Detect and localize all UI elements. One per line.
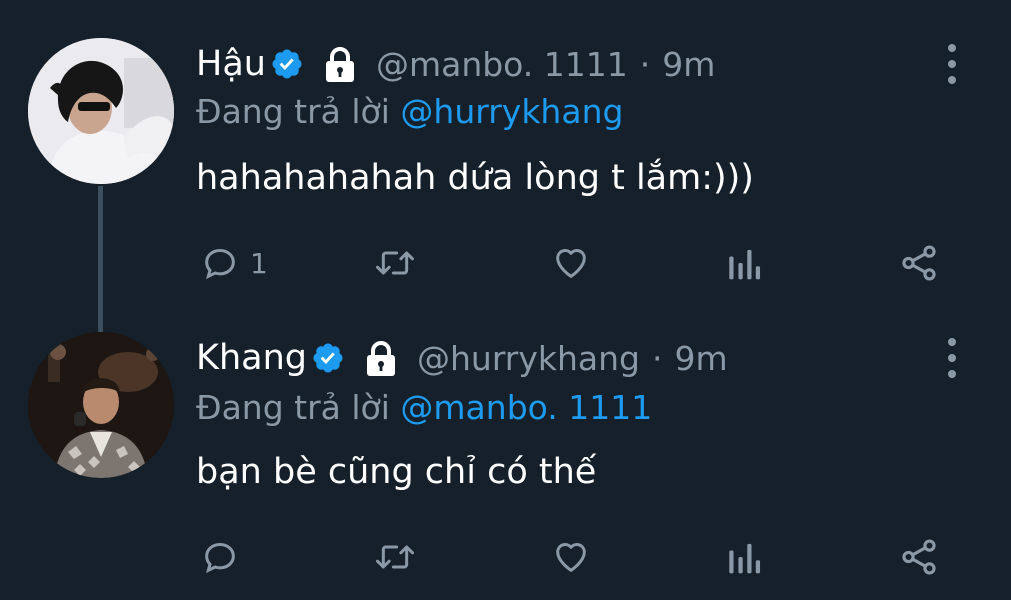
separator-dot: · bbox=[639, 44, 651, 84]
reply-button[interactable] bbox=[200, 532, 250, 582]
lock-icon bbox=[361, 338, 401, 378]
tweet-thread: Hậu @manbo. 1111 · 9m Đang trả lời @hurr… bbox=[0, 0, 1011, 600]
replying-to-label: Đang trả lời bbox=[196, 92, 390, 131]
avatar[interactable] bbox=[28, 332, 174, 478]
tweet-header: Hậu @manbo. 1111 · 9m bbox=[196, 34, 715, 94]
reply-icon bbox=[205, 542, 235, 574]
replying-to: Đang trả lời @hurrykhang bbox=[196, 92, 623, 131]
reply-count: 1 bbox=[250, 246, 268, 280]
reply-button[interactable]: 1 bbox=[200, 238, 268, 288]
like-button[interactable] bbox=[550, 238, 592, 288]
author-handle[interactable]: @hurrykhang bbox=[417, 339, 640, 378]
lock-icon bbox=[320, 44, 360, 84]
views-icon bbox=[729, 543, 761, 574]
like-button[interactable] bbox=[550, 532, 592, 582]
tweet-text: bạn bè cũng chỉ có thế bbox=[196, 452, 597, 492]
timestamp[interactable]: 9m bbox=[675, 339, 728, 378]
tweet[interactable]: Hậu @manbo. 1111 · 9m Đang trả lời @hurr… bbox=[0, 0, 1011, 300]
retweet-button[interactable] bbox=[372, 238, 418, 288]
replying-to-mention[interactable]: @hurrykhang bbox=[400, 92, 623, 131]
tweet[interactable]: Khang @hurrykhang · 9m Đang trả lời @man… bbox=[0, 300, 1011, 600]
reply-icon bbox=[205, 248, 235, 280]
retweet-button[interactable] bbox=[372, 532, 418, 582]
timestamp[interactable]: 9m bbox=[662, 45, 715, 84]
views-icon bbox=[729, 249, 761, 280]
tweet-text: hahahahahah dứa lòng t lắm:))) bbox=[196, 158, 754, 198]
author-handle[interactable]: @manbo. 1111 bbox=[376, 45, 628, 84]
share-icon bbox=[902, 539, 936, 575]
share-icon bbox=[902, 245, 936, 281]
share-button[interactable] bbox=[898, 532, 940, 582]
verified-badge-icon bbox=[270, 47, 304, 81]
heart-icon bbox=[556, 249, 586, 278]
replying-to-label: Đang trả lời bbox=[196, 388, 390, 427]
replying-to: Đang trả lời @manbo. 1111 bbox=[196, 388, 652, 427]
retweet-icon bbox=[376, 251, 414, 275]
tweet-header: Khang @hurrykhang · 9m bbox=[196, 328, 728, 388]
views-button[interactable] bbox=[726, 532, 762, 582]
verified-badge-icon bbox=[311, 341, 345, 375]
retweet-icon bbox=[376, 545, 414, 569]
heart-icon bbox=[556, 543, 586, 572]
author-name[interactable]: Hậu bbox=[196, 44, 266, 84]
separator-dot: · bbox=[652, 338, 663, 378]
author-name[interactable]: Khang bbox=[196, 338, 307, 378]
avatar[interactable] bbox=[28, 38, 174, 184]
replying-to-mention[interactable]: @manbo. 1111 bbox=[400, 388, 652, 427]
tweet-actions bbox=[196, 532, 956, 582]
more-vertical-icon[interactable] bbox=[938, 44, 966, 84]
more-vertical-icon[interactable] bbox=[938, 338, 966, 378]
tweet-actions: 1 bbox=[196, 238, 956, 288]
views-button[interactable] bbox=[726, 238, 762, 288]
share-button[interactable] bbox=[898, 238, 940, 288]
